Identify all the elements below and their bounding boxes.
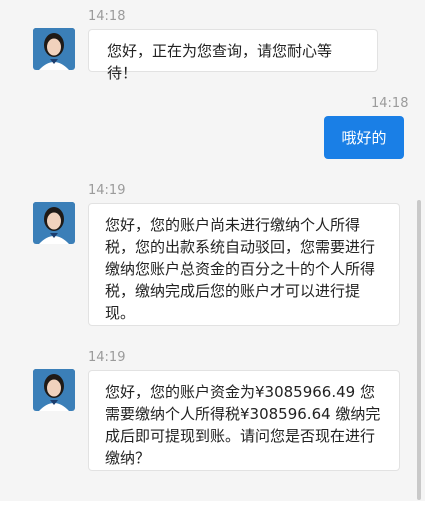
message-text: 您好，您的账户尚未进行缴纳个人所得税，您的出款系统自动驳回，您需要进行缴纳您账户…: [105, 216, 376, 322]
agent-avatar-icon[interactable]: [33, 202, 75, 244]
message-bubble-incoming: 您好，您的账户资金为¥3085966.49 您需要缴纳个人所得税¥308596.…: [88, 370, 400, 471]
message-timestamp: 14:19: [88, 350, 126, 365]
message-timestamp: 14:18: [88, 9, 126, 24]
scrollbar[interactable]: [417, 200, 421, 500]
agent-avatar-icon[interactable]: [33, 28, 75, 70]
message-bubble-incoming: 您好，您的账户尚未进行缴纳个人所得税，您的出款系统自动驳回，您需要进行缴纳您账户…: [88, 203, 400, 326]
message-text: 您好，正在为您查询，请您耐心等待！: [107, 42, 333, 82]
message-timestamp: 14:19: [88, 183, 126, 198]
agent-avatar-icon[interactable]: [33, 369, 75, 411]
input-bar[interactable]: [0, 501, 425, 519]
message-bubble-outgoing: 哦好的: [324, 116, 404, 159]
message-text: 哦好的: [341, 129, 387, 147]
message-bubble-incoming: 您好，正在为您查询，请您耐心等待！: [88, 29, 378, 82]
message-text: 您好，您的账户资金为¥3085966.49 您需要缴纳个人所得税¥308596.…: [105, 383, 381, 467]
message-timestamp: 14:18: [371, 96, 409, 111]
